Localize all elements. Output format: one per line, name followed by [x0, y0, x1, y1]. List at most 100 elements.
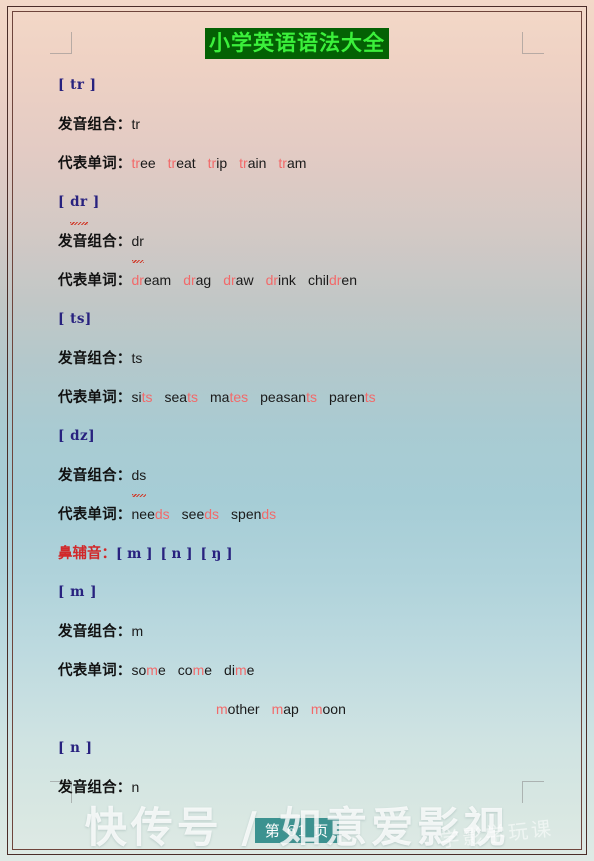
- example-word: seeds: [181, 506, 220, 522]
- pronunciation-value: dr: [131, 233, 145, 263]
- word-highlight: ts: [141, 389, 153, 405]
- phoneme-heading: [ n ]: [58, 740, 93, 756]
- pronunciation-value: tr: [131, 116, 141, 132]
- phoneme-section: [ ts] 发音组合：ts 代表单词：sits seats mates peasants p…: [58, 300, 564, 417]
- example-words-row: 代表单词：some come dime: [58, 651, 564, 690]
- word-highlight: dr: [183, 272, 196, 288]
- example-words-row: 代表单词：dream drag draw drink children: [58, 261, 564, 300]
- pronunciation-value: n: [131, 779, 140, 795]
- example-words-label: 代表单词：: [58, 155, 132, 172]
- phoneme-section: [ tr ] 发音组合：tr 代表单词：tree treat trip train tram: [58, 66, 564, 183]
- example-word: treat: [167, 155, 196, 171]
- example-word-list: dream drag draw drink children: [132, 272, 369, 288]
- pronunciation-label: 发音组合：: [58, 779, 132, 796]
- example-word: tree: [131, 155, 156, 171]
- example-word: children: [307, 272, 357, 288]
- word-highlight: tr: [167, 155, 177, 171]
- pronunciation-row: 发音组合：tr: [58, 105, 564, 144]
- example-word: drag: [183, 272, 212, 288]
- spellcheck-underline: dr: [70, 183, 88, 225]
- phoneme-heading: [ dr ]: [58, 183, 564, 225]
- example-word: train: [239, 155, 267, 171]
- pronunciation-value: ts: [131, 350, 143, 366]
- phoneme-heading: [ tr ]: [58, 77, 97, 93]
- example-word-list: some come dime: [132, 662, 267, 678]
- title-container: 小学英语语法大全: [0, 28, 594, 59]
- example-word: mates: [209, 389, 249, 405]
- page-footer: 第 61 页: [0, 818, 594, 843]
- example-word-list: needs seeds spends: [132, 506, 289, 522]
- example-words-row: 代表单词：needs seeds spends: [58, 495, 564, 534]
- example-word-list: tree treat trip train tram: [132, 155, 319, 171]
- pronunciation-value: ds: [131, 467, 146, 497]
- example-word: draw: [223, 272, 254, 288]
- spellcheck-underline: ds: [131, 456, 146, 497]
- example-word: moon: [310, 701, 346, 717]
- word-highlight: dr: [265, 272, 279, 288]
- word-highlight: tes: [229, 389, 249, 405]
- word-highlight: tr: [239, 155, 248, 171]
- phoneme-heading: [ dz]: [58, 428, 96, 444]
- word-highlight: ts: [306, 389, 317, 405]
- pronunciation-label: 发音组合：: [58, 623, 132, 640]
- example-word: sits: [131, 389, 153, 405]
- example-words-row: 代表单词：tree treat trip train tram: [58, 144, 564, 183]
- example-word: dream: [131, 272, 172, 288]
- example-words-row-continued: mother map moon: [58, 690, 564, 729]
- example-words-label: 代表单词：: [58, 662, 132, 679]
- pronunciation-row: 发音组合：dr: [58, 222, 564, 263]
- word-highlight: m: [216, 701, 228, 717]
- pronunciation-label: 发音组合：: [58, 467, 132, 484]
- pronunciation-row: 发音组合：n: [58, 768, 564, 807]
- nasal-consonants-row: 鼻辅音：[ m ] [ n ] [ ŋ ]: [58, 534, 564, 573]
- pronunciation-row: 发音组合：ds: [58, 456, 564, 497]
- example-words-label: 代表单词：: [58, 506, 132, 523]
- example-word: map: [271, 701, 299, 717]
- word-highlight: m: [234, 662, 247, 678]
- nasal-consonant-item: [ ŋ ]: [200, 546, 233, 562]
- example-word: some: [131, 662, 166, 678]
- page-number-badge: 第 61 页: [254, 818, 340, 843]
- example-word: needs: [131, 506, 170, 522]
- nasal-consonants-label: 鼻辅音：: [58, 545, 116, 562]
- example-word: peasants: [260, 389, 317, 405]
- word-highlight: m: [310, 701, 323, 717]
- example-word: mother: [216, 701, 260, 717]
- content-body: [ tr ] 发音组合：tr 代表单词：tree treat trip train tram…: [0, 66, 594, 807]
- word-highlight: m: [192, 662, 205, 678]
- word-highlight: dr: [223, 272, 236, 288]
- word-highlight: tr: [131, 155, 141, 171]
- example-words-row: 代表单词：sits seats mates peasants parents: [58, 378, 564, 417]
- spellcheck-underline: dr: [131, 222, 145, 263]
- example-word: come: [177, 662, 213, 678]
- pronunciation-row: 发音组合：m: [58, 612, 564, 651]
- example-word: trip: [207, 155, 228, 171]
- phoneme-section: [ n ] 发音组合：n: [58, 729, 564, 807]
- phoneme-section: [ dz] 发音组合：ds 代表单词：needs seeds spends: [58, 417, 564, 534]
- phoneme-section: [ dr ] 发音组合：dr 代表单词：dream drag draw drink chil…: [58, 183, 564, 300]
- word-highlight: tr: [207, 155, 217, 171]
- example-words-label: 代表单词：: [58, 272, 132, 289]
- phoneme-section: [ m ] 发音组合：m 代表单词：some come dime mother map moo…: [58, 573, 564, 729]
- word-highlight: dr: [328, 272, 342, 288]
- example-word: seats: [164, 389, 198, 405]
- example-word: tram: [278, 155, 307, 171]
- pronunciation-row: 发音组合：ts: [58, 339, 564, 378]
- word-highlight: ds: [204, 506, 220, 522]
- word-highlight: dr: [131, 272, 144, 288]
- nasal-consonant-item: [ n ]: [160, 546, 193, 562]
- word-highlight: tr: [278, 155, 287, 171]
- word-highlight: m: [146, 662, 158, 678]
- pronunciation-label: 发音组合：: [58, 350, 132, 367]
- word-highlight: ts: [364, 389, 376, 405]
- pronunciation-label: 发音组合：: [58, 233, 132, 250]
- phoneme-heading: [ ts]: [58, 311, 92, 327]
- example-word: dime: [224, 662, 255, 678]
- pronunciation-label: 发音组合：: [58, 116, 132, 133]
- example-word: parents: [328, 389, 376, 405]
- document-page: 小学英语语法大全 [ tr ] 发音组合：tr 代表单词：tree treat trip…: [0, 0, 594, 861]
- page-title: 小学英语语法大全: [205, 28, 389, 59]
- phoneme-heading: [ m ]: [58, 584, 97, 600]
- example-word-list: mother map moon: [216, 701, 358, 717]
- nasal-consonant-item: [ m ]: [116, 546, 153, 562]
